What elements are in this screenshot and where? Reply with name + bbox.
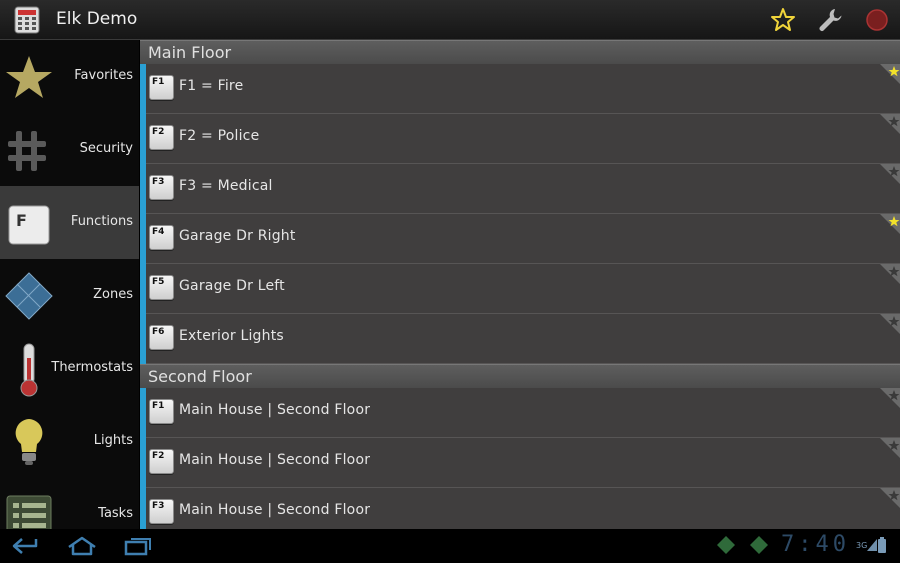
list-item[interactable]: F2 F2 = Police [140, 114, 900, 164]
star-icon [6, 56, 52, 98]
sidebar-item-label: Security [79, 141, 133, 156]
favorite-star-off-icon[interactable] [880, 314, 900, 334]
function-key-badge: F4 [149, 225, 174, 250]
signal-icon [867, 539, 877, 551]
function-key-badge: F3 [149, 499, 174, 524]
row-accent [140, 488, 146, 529]
close-button[interactable] [863, 6, 891, 34]
tasks-list-icon [6, 495, 52, 529]
sidebar-item-tasks[interactable]: Tasks [0, 478, 139, 529]
row-label: Main House | Second Floor [179, 502, 371, 518]
row-accent [140, 388, 146, 438]
clock[interactable]: 7:40 [781, 532, 850, 557]
function-key-badge: F1 [149, 75, 174, 100]
section-title: Second Floor [148, 367, 252, 386]
network-type: 3G [856, 541, 868, 550]
sidebar-item-label: Functions [70, 214, 133, 229]
favorite-star-off-icon[interactable] [880, 114, 900, 134]
favorites-star-button[interactable] [769, 6, 797, 34]
sidebar-item-label: Favorites [74, 68, 133, 83]
favorite-star-off-icon[interactable] [880, 264, 900, 284]
favorite-star-on-icon[interactable] [880, 64, 900, 84]
favorite-star-on-icon[interactable] [880, 214, 900, 234]
list-item[interactable]: F1 F1 = Fire [140, 64, 900, 114]
row-accent [140, 438, 146, 488]
list-item[interactable]: F5 Garage Dr Left [140, 264, 900, 314]
lightbulb-icon [15, 419, 43, 465]
row-accent [140, 164, 146, 214]
list-item[interactable]: F2 Main House | Second Floor [140, 438, 900, 488]
sidebar-item-functions[interactable]: F Functions [0, 186, 139, 259]
sidebar-item-thermostats[interactable]: Thermostats [0, 332, 139, 405]
row-accent [140, 214, 146, 264]
favorite-star-off-icon[interactable] [880, 388, 900, 408]
favorite-star-off-icon[interactable] [880, 488, 900, 508]
back-icon[interactable] [10, 535, 42, 557]
list-item[interactable]: F3 F3 = Medical [140, 164, 900, 214]
sidebar-item-favorites[interactable]: Favorites [0, 40, 139, 113]
sidebar-nav: Favorites Security F Functions Zones The… [0, 40, 139, 529]
function-key-badge: F2 [149, 449, 174, 474]
hash-icon [8, 131, 46, 171]
section-title: Main Floor [148, 43, 232, 62]
notification-diamond-icon[interactable] [716, 535, 736, 555]
row-label: F1 = Fire [179, 78, 244, 94]
recent-apps-icon[interactable] [122, 535, 154, 557]
row-accent [140, 64, 146, 114]
row-label: Main House | Second Floor [179, 402, 371, 418]
row-label: Exterior Lights [179, 328, 284, 344]
function-key-badge: F5 [149, 275, 174, 300]
functions-list: Main Floor F1 F1 = Fire F2 F2 = Police F… [140, 40, 900, 529]
app-keypad-icon[interactable] [14, 6, 40, 34]
section-header-main-floor: Main Floor [140, 40, 900, 64]
notification-diamond-icon[interactable] [749, 535, 769, 555]
wrench-settings-button[interactable] [816, 6, 844, 34]
sidebar-item-lights[interactable]: Lights [0, 405, 139, 478]
sidebar-item-zones[interactable]: Zones [0, 259, 139, 332]
row-label: Garage Dr Right [179, 228, 296, 244]
row-accent [140, 314, 146, 364]
row-label: Main House | Second Floor [179, 452, 371, 468]
list-item[interactable]: F6 Exterior Lights [140, 314, 900, 364]
sidebar-item-label: Tasks [98, 506, 133, 521]
function-key-badge: F3 [149, 175, 174, 200]
app-title: Elk Demo [56, 9, 138, 29]
zones-diamond-icon [5, 272, 53, 320]
svg-text:F: F [16, 211, 27, 230]
section-header-second-floor: Second Floor [140, 364, 900, 388]
row-label: F2 = Police [179, 128, 260, 144]
row-accent [140, 264, 146, 314]
list-item[interactable]: F4 Garage Dr Right [140, 214, 900, 264]
favorite-star-off-icon[interactable] [880, 438, 900, 458]
home-icon[interactable] [66, 535, 98, 557]
row-label: F3 = Medical [179, 178, 273, 194]
thermometer-icon [20, 343, 38, 397]
sidebar-item-label: Zones [93, 287, 133, 302]
function-key-badge: F1 [149, 399, 174, 424]
sidebar-item-label: Thermostats [51, 360, 133, 375]
favorite-star-off-icon[interactable] [880, 164, 900, 184]
list-item[interactable]: F1 Main House | Second Floor [140, 388, 900, 438]
function-key-badge: F6 [149, 325, 174, 350]
system-nav-bar: 7:40 3G [0, 529, 900, 563]
row-label: Garage Dr Left [179, 278, 285, 294]
row-accent [140, 114, 146, 164]
battery-icon [878, 537, 886, 553]
function-key-icon: F [8, 205, 50, 245]
function-key-badge: F2 [149, 125, 174, 150]
sidebar-item-label: Lights [93, 433, 133, 448]
list-item[interactable]: F3 Main House | Second Floor [140, 488, 900, 529]
action-bar: Elk Demo [0, 0, 900, 40]
sidebar-item-security[interactable]: Security [0, 113, 139, 186]
